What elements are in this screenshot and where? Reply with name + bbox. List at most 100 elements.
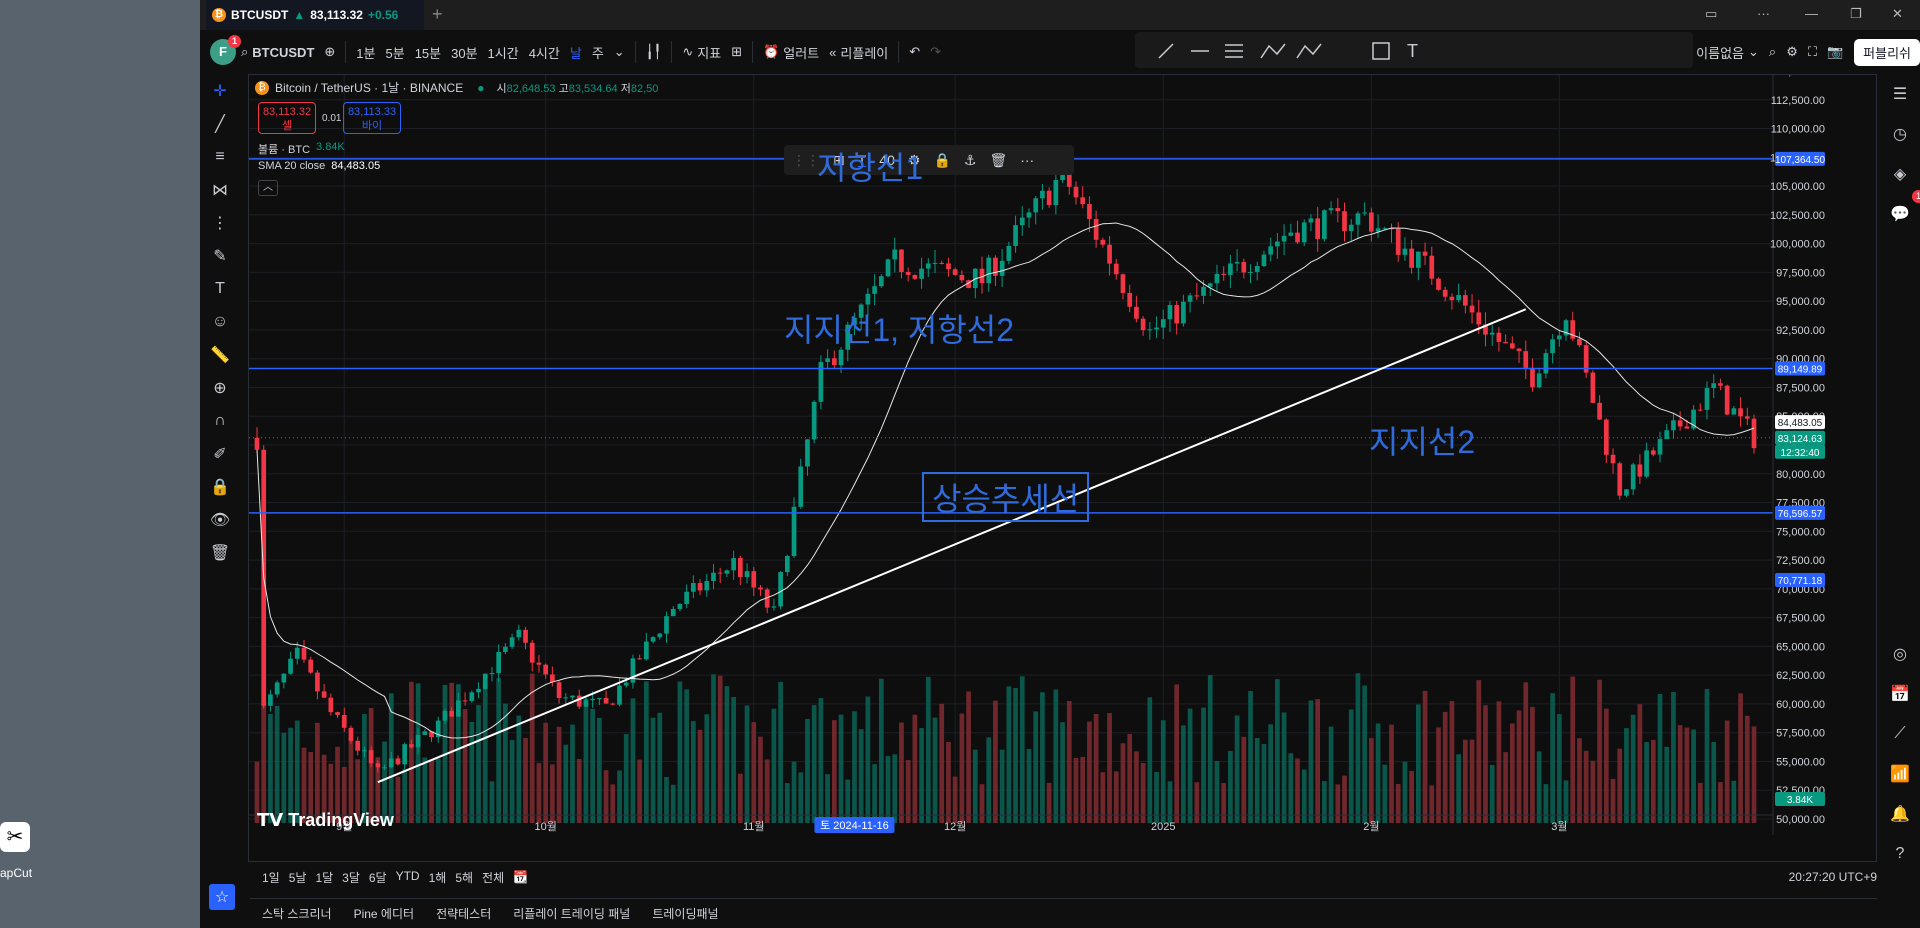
interval-1[interactable]: 5분 bbox=[381, 43, 410, 62]
volume-bar bbox=[288, 727, 293, 823]
annotation-resistance1[interactable]: 저항선1 bbox=[817, 143, 923, 189]
templates-icon[interactable]: ⊞ bbox=[726, 44, 747, 60]
drawing-tool-icons[interactable]: T bbox=[1135, 32, 1693, 68]
range-0[interactable]: 1일 bbox=[262, 869, 280, 886]
interval-0[interactable]: 1분 bbox=[351, 43, 380, 62]
anchor-icon[interactable]: ⚓ bbox=[964, 152, 977, 169]
magnet-icon[interactable]: ∩ bbox=[200, 404, 240, 437]
range-3[interactable]: 3달 bbox=[342, 869, 360, 886]
candle-body bbox=[509, 637, 515, 647]
collapse-legend-button[interactable]: ︿ bbox=[258, 180, 278, 196]
trash-icon[interactable]: 🗑 bbox=[989, 152, 1007, 169]
range-7[interactable]: 5해 bbox=[455, 869, 473, 886]
tab-price: 83,113.32 bbox=[310, 8, 363, 22]
bell-icon[interactable]: 🔔 bbox=[1880, 794, 1920, 834]
more-icon[interactable]: ··· bbox=[1757, 6, 1770, 21]
range-2[interactable]: 1달 bbox=[315, 869, 333, 886]
panel-tab-4[interactable]: 트레이딩패널 bbox=[652, 905, 718, 922]
restore-icon[interactable]: ❐ bbox=[1850, 6, 1862, 22]
symbol-search[interactable]: ⌕ BTCUSDT bbox=[236, 44, 319, 60]
candle-body bbox=[1442, 289, 1448, 297]
more-icon[interactable]: ··· bbox=[1020, 152, 1034, 168]
emoji-icon[interactable]: ☺ bbox=[200, 305, 240, 338]
candle-body bbox=[872, 286, 877, 294]
range-4[interactable]: 6달 bbox=[369, 869, 387, 886]
calendar-icon[interactable]: 📅 bbox=[1880, 674, 1920, 714]
watchlist-icon[interactable]: ☰ bbox=[1880, 74, 1920, 114]
annotation-support1-resistance2[interactable]: 지지선1, 저항선2 bbox=[784, 305, 1014, 351]
help-icon[interactable]: ? bbox=[1880, 834, 1920, 874]
lock-icon[interactable]: 🔒 bbox=[933, 152, 950, 169]
fullscreen-icon[interactable]: ⛶ bbox=[1803, 44, 1822, 60]
interval-6[interactable]: 날 bbox=[565, 43, 587, 62]
chart-icon[interactable]: ⟋ bbox=[1880, 714, 1920, 754]
sell-button[interactable]: 83,113.32 셀 bbox=[258, 102, 316, 134]
symbol-tab[interactable]: ₿ BTCUSDT ▲ 83,113.32 +0.56 bbox=[206, 0, 424, 30]
buy-button[interactable]: 83,113.33 바이 bbox=[343, 102, 401, 134]
panel-tab-3[interactable]: 리플레이 트레이딩 패널 bbox=[513, 905, 630, 922]
date-range-icon[interactable]: 📆 bbox=[513, 870, 528, 884]
crosshair-icon[interactable]: ✛ bbox=[200, 74, 240, 107]
publish-button[interactable]: 퍼블리쉬 bbox=[1854, 38, 1920, 66]
interval-7[interactable]: 주 bbox=[587, 43, 609, 62]
text-icon[interactable]: T bbox=[200, 272, 240, 305]
lock-icon[interactable]: 🔒 bbox=[200, 470, 240, 503]
ruler-icon[interactable]: 📏 bbox=[200, 338, 240, 371]
pattern-icon[interactable]: ⋈ bbox=[200, 173, 240, 206]
candles-icon[interactable]: ╽╿ bbox=[641, 44, 667, 60]
volume-bar bbox=[1516, 710, 1522, 823]
interval-4[interactable]: 1시간 bbox=[483, 43, 524, 62]
layout-icon[interactable]: ▭ bbox=[1705, 6, 1717, 22]
indicators-button[interactable]: ∿ 지표 bbox=[677, 43, 726, 62]
stream-icon[interactable]: 📶 bbox=[1880, 754, 1920, 794]
clock-icon[interactable]: ◷ bbox=[1880, 114, 1920, 154]
forecast-icon[interactable]: ⋮ bbox=[200, 206, 240, 239]
chart-area[interactable]: 115,000.00112,500.00110,000.00107,500.00… bbox=[248, 74, 1877, 862]
chat-icon[interactable]: 💬 1 bbox=[1880, 190, 1920, 234]
settings-icon[interactable]: ⚙ bbox=[1781, 44, 1803, 60]
range-1[interactable]: 5날 bbox=[289, 869, 307, 886]
compare-symbol-icon[interactable]: ⊕ bbox=[319, 44, 340, 60]
candle-body bbox=[523, 629, 528, 643]
avatar[interactable]: F1 bbox=[210, 35, 241, 65]
star-icon[interactable]: ☆ bbox=[209, 884, 235, 910]
undo-icon[interactable]: ↶ bbox=[904, 44, 925, 60]
annotation-support2[interactable]: 지지선2 bbox=[1369, 417, 1475, 463]
volume-bar bbox=[1436, 727, 1441, 823]
capcut-icon[interactable]: ✂ bbox=[0, 822, 30, 852]
interval-2[interactable]: 15분 bbox=[410, 43, 446, 62]
chart-canvas[interactable]: 115,000.00112,500.00110,000.00107,500.00… bbox=[249, 75, 1878, 863]
annotation-uptrend[interactable]: 상승추세선 bbox=[922, 472, 1090, 522]
panel-tab-0[interactable]: 스탁 스크리너 bbox=[262, 905, 332, 922]
alerts-button[interactable]: ⏰ 얼러트 bbox=[758, 43, 824, 62]
redo-icon[interactable]: ↷ bbox=[925, 44, 946, 60]
new-tab-button[interactable]: + bbox=[432, 4, 443, 25]
target-icon[interactable]: ◎ bbox=[1880, 634, 1920, 674]
candle-body bbox=[758, 587, 763, 590]
quick-search-icon[interactable]: ⌕ bbox=[1764, 44, 1781, 60]
volume-bar bbox=[1040, 692, 1045, 823]
trendline-icon[interactable]: ╱ bbox=[200, 107, 240, 140]
trash-icon[interactable]: 🗑 bbox=[200, 536, 240, 569]
brush-icon[interactable]: ✎ bbox=[200, 239, 240, 272]
fib-icon[interactable]: ≡ bbox=[200, 140, 240, 173]
minimize-icon[interactable]: — bbox=[1805, 6, 1818, 21]
interval-5[interactable]: 4시간 bbox=[524, 43, 565, 62]
interval-3[interactable]: 30분 bbox=[446, 43, 482, 62]
price-tick: 62,500.00 bbox=[1776, 670, 1825, 682]
candle-body bbox=[1684, 426, 1690, 429]
replay-button[interactable]: «리플레이 bbox=[824, 43, 893, 62]
range-5[interactable]: YTD bbox=[396, 869, 420, 886]
panel-tab-2[interactable]: 전략테스터 bbox=[436, 905, 491, 922]
camera-icon[interactable]: 📷 bbox=[1822, 44, 1848, 60]
zoom-icon[interactable]: ⊕ bbox=[200, 371, 240, 404]
panel-tab-1[interactable]: Pine 에디터 bbox=[354, 905, 414, 922]
eye-icon[interactable]: 👁 bbox=[200, 503, 240, 536]
drag-handle-icon[interactable]: ⋮⋮ bbox=[792, 152, 820, 169]
range-8[interactable]: 전체 bbox=[482, 869, 504, 886]
pencil-lock-icon[interactable]: ✐ bbox=[200, 437, 240, 470]
chevron-down-icon[interactable]: ⌄ bbox=[609, 44, 630, 60]
close-icon[interactable]: ✕ bbox=[1892, 6, 1903, 22]
range-6[interactable]: 1해 bbox=[429, 869, 447, 886]
layers-icon[interactable]: ◈ bbox=[1880, 154, 1920, 194]
